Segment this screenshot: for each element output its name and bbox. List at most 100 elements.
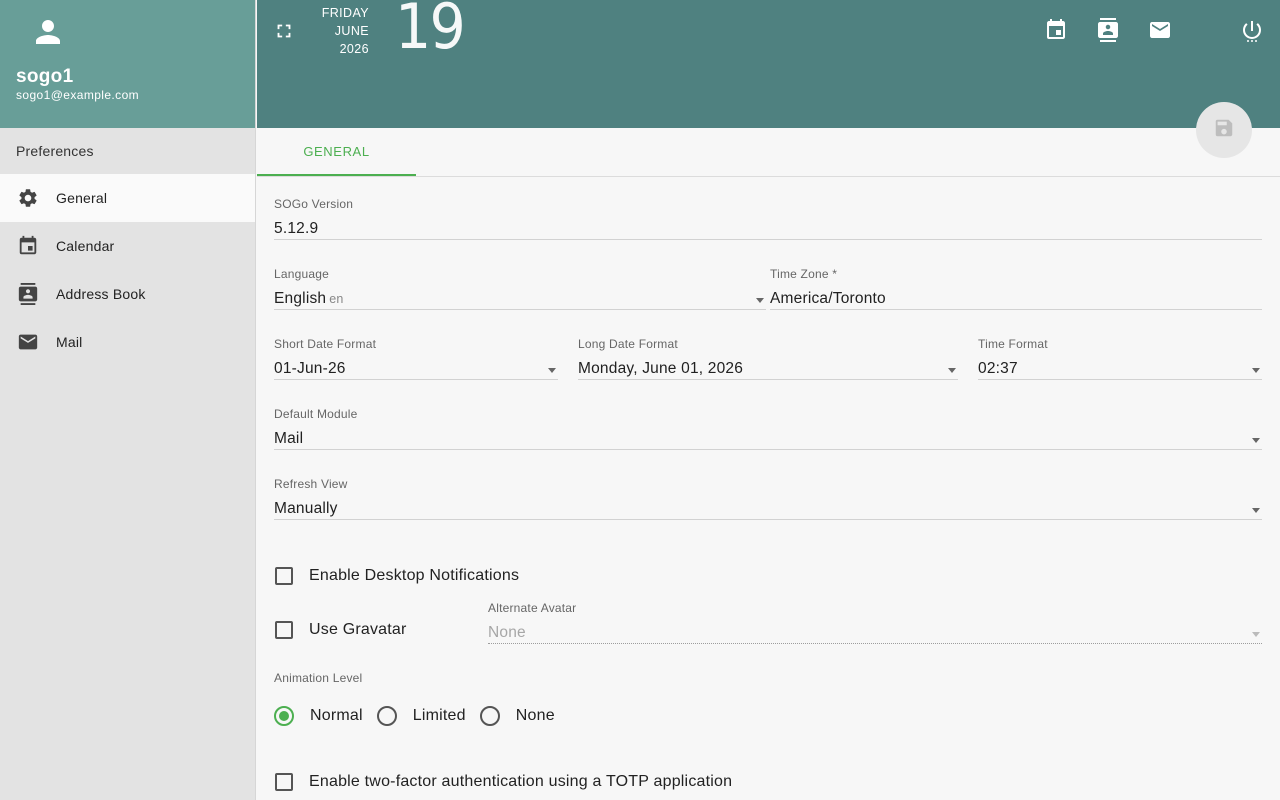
field-label: Short Date Format — [274, 337, 377, 351]
sidebar-item-general[interactable]: General — [0, 174, 255, 222]
short-date-format-select[interactable]: Short Date Format 01-Jun-26 — [274, 337, 558, 380]
radio-label: Normal — [310, 707, 363, 724]
field-label: Language — [274, 267, 329, 281]
field-value: 5.12.9 — [274, 214, 1262, 240]
time-format-select[interactable]: Time Format 02:37 — [978, 337, 1262, 380]
field-label: Long Date Format — [578, 337, 678, 351]
sidebar-item-label: General — [56, 190, 108, 206]
language-select[interactable]: Language English en — [274, 267, 766, 310]
field-value-wrapper: 02:37 — [978, 354, 1262, 380]
sogo-version-field: SOGo Version 5.12.9 — [274, 197, 1262, 240]
animation-level-label: Animation Level — [274, 671, 363, 685]
chevron-down-icon — [1252, 438, 1260, 443]
sidebar-item-calendar[interactable]: Calendar — [0, 222, 255, 270]
day-number: 19 — [395, 0, 466, 63]
radio-label: Limited — [412, 707, 466, 724]
sidebar: sogo1 sogo1@example.com Preferences Gene… — [0, 0, 256, 800]
checkbox-box — [275, 567, 293, 585]
tab-general[interactable]: GENERAL — [257, 128, 416, 176]
year: 2026 — [339, 42, 369, 56]
long-date-format-select[interactable]: Long Date Format Monday, June 01, 2026 — [578, 337, 958, 380]
fullscreen-button[interactable] — [273, 20, 297, 44]
sidebar-item-mail[interactable]: Mail — [0, 318, 255, 366]
field-label: Alternate Avatar — [488, 601, 577, 615]
field-label: Default Module — [274, 407, 358, 421]
field-label: Time Format — [978, 337, 1048, 351]
sidebar-item-label: Mail — [56, 334, 83, 350]
tab-bar: GENERAL — [257, 128, 1280, 177]
refresh-view-select[interactable]: Refresh View Manually — [274, 477, 1262, 520]
field-value-wrapper: Monday, June 01, 2026 — [578, 354, 958, 380]
fullscreen-icon — [273, 24, 295, 46]
time-zone-field[interactable]: Time Zone * America/Toronto — [770, 267, 1262, 310]
field-value: English — [274, 290, 327, 307]
top-bar: FRIDAY JUNE 2026 19 — [257, 0, 1280, 128]
general-preferences-form: SOGo Version 5.12.9 Language English en T… — [257, 177, 1280, 800]
radio-button — [376, 706, 397, 726]
field-label: Refresh View — [274, 477, 348, 491]
contacts-icon — [16, 282, 40, 306]
month: JUNE — [334, 24, 369, 38]
power-icon — [1240, 18, 1264, 47]
checkbox-label: Enable two-factor authentication using a… — [309, 773, 733, 790]
alternate-avatar-select[interactable]: Alternate Avatar None — [488, 601, 1262, 644]
animation-level-radio-group: Normal Limited None — [274, 706, 569, 726]
field-value: Mail — [274, 430, 304, 447]
checkbox-box — [275, 621, 293, 639]
chevron-down-icon — [756, 298, 764, 303]
mail-icon — [16, 330, 40, 354]
default-module-select[interactable]: Default Module Mail — [274, 407, 1262, 450]
mail-icon — [1148, 18, 1172, 47]
checkbox-label: Use Gravatar — [309, 621, 407, 638]
chevron-down-icon — [1252, 508, 1260, 513]
logout-button[interactable] — [1238, 18, 1266, 46]
radio-button — [479, 706, 500, 726]
calendar-icon — [16, 234, 40, 258]
user-email: sogo1@example.com — [16, 88, 140, 102]
user-card: sogo1 sogo1@example.com — [0, 0, 255, 128]
chevron-down-icon — [1252, 632, 1260, 637]
field-value: 02:37 — [978, 360, 1018, 377]
calendar-app-button[interactable] — [1042, 18, 1070, 46]
desktop-notifications-checkbox[interactable]: Enable Desktop Notifications — [275, 567, 519, 585]
field-value-wrapper: None — [488, 618, 1262, 644]
user-name: sogo1 — [16, 66, 74, 87]
field-label: Time Zone * — [770, 267, 838, 281]
save-button[interactable] — [1196, 102, 1252, 158]
user-avatar-icon — [28, 14, 68, 50]
field-value: Manually — [274, 500, 338, 517]
sidebar-item-label: Calendar — [56, 238, 115, 254]
checkbox-box — [275, 773, 293, 791]
sidebar-item-label: Address Book — [56, 286, 146, 302]
field-hint: en — [329, 292, 344, 306]
chevron-down-icon — [548, 368, 556, 373]
calendar-icon — [1044, 18, 1068, 47]
field-label: SOGo Version — [274, 197, 354, 211]
radio-limited[interactable]: Limited — [376, 706, 466, 726]
radio-button — [274, 706, 294, 726]
gear-icon — [16, 186, 40, 210]
contacts-app-button[interactable] — [1094, 17, 1122, 46]
field-value: Monday, June 01, 2026 — [578, 360, 744, 377]
checkbox-label: Enable Desktop Notifications — [309, 567, 520, 584]
use-gravatar-checkbox[interactable]: Use Gravatar — [275, 621, 407, 639]
field-value: 01-Jun-26 — [274, 360, 346, 377]
two-factor-checkbox[interactable]: Enable two-factor authentication using a… — [275, 773, 732, 791]
field-value-wrapper: English en — [274, 284, 766, 310]
field-value-wrapper: 01-Jun-26 — [274, 354, 558, 380]
mail-app-button[interactable] — [1146, 18, 1174, 46]
field-value: None — [488, 624, 526, 641]
chevron-down-icon — [1252, 368, 1260, 373]
radio-none[interactable]: None — [479, 706, 555, 726]
chevron-down-icon — [948, 368, 956, 373]
field-value-wrapper: Mail — [274, 424, 1262, 450]
preferences-heading: Preferences — [16, 143, 94, 159]
field-value: America/Toronto — [770, 284, 1262, 310]
radio-label: None — [515, 707, 555, 724]
date-block: FRIDAY JUNE 2026 — [317, 4, 369, 58]
sidebar-item-address-book[interactable]: Address Book — [0, 270, 255, 318]
save-icon — [1213, 117, 1235, 144]
radio-normal[interactable]: Normal — [274, 706, 363, 726]
animation-level-label-wrap: Animation Level — [274, 671, 574, 688]
field-value-wrapper: Manually — [274, 494, 1262, 520]
